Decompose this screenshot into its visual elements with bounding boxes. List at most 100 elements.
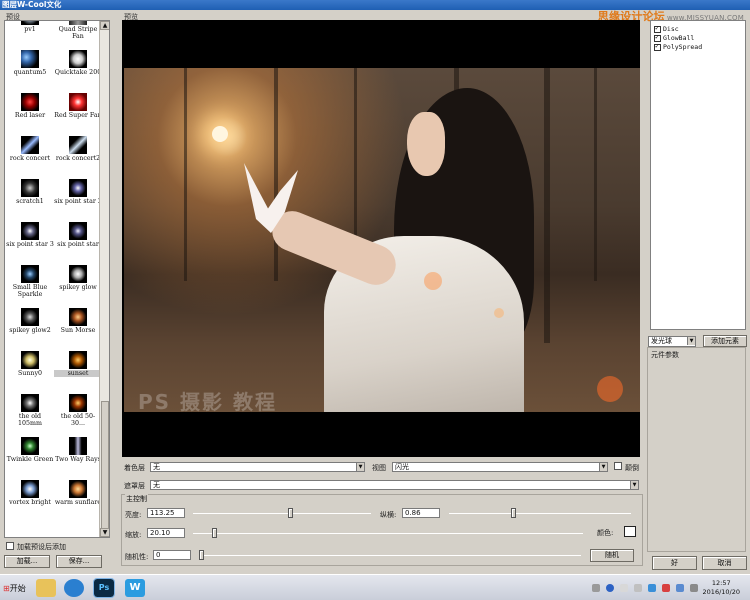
preset-name: Quad Stripe Fan <box>58 26 98 40</box>
zoom-slider-track[interactable] <box>193 533 583 534</box>
preset-item[interactable]: Quad Stripe Fan <box>54 21 102 51</box>
scale-input[interactable]: 0.86 <box>402 508 440 518</box>
preset-item[interactable]: Red Super Fan <box>54 93 102 137</box>
start-button[interactable]: ⊞开始 <box>3 583 26 594</box>
preset-thumbnail <box>69 222 87 240</box>
tray-alert-icon[interactable] <box>662 584 670 592</box>
brightness-input[interactable]: 113.25 <box>147 508 185 518</box>
preset-name: Red Super Fan <box>54 112 102 119</box>
add-element-button[interactable]: 添加元素 <box>703 335 747 347</box>
lens-flare-ghost <box>597 376 623 402</box>
mask-layer-value: 无 <box>153 481 160 489</box>
preset-item[interactable]: quantum5 <box>6 50 54 94</box>
lens-flare-sun <box>212 126 228 142</box>
color-swatch[interactable] <box>624 526 636 537</box>
preset-name: rock concert2 <box>55 155 101 162</box>
view-select[interactable]: 闪光 ▼ <box>392 462 608 472</box>
subject-face <box>407 112 445 176</box>
tray-app-icon[interactable] <box>620 584 628 592</box>
windows-logo-icon: ⊞ <box>3 584 10 593</box>
preset-item[interactable]: pv1 <box>6 21 54 51</box>
mask-layer-select[interactable]: 无 ▼ <box>150 480 639 490</box>
brightness-slider-thumb[interactable] <box>288 508 294 518</box>
random-button[interactable]: 随机 <box>590 549 634 562</box>
element-params-label: 元件参数 <box>651 351 679 359</box>
presets-list[interactable]: pv1 Quad Stripe Fan quantum5 Quicktake 200 R… <box>4 20 110 538</box>
elements-list[interactable]: DiscGlowBallPolySpread <box>650 20 746 330</box>
element-item[interactable]: GlowBall <box>654 33 694 42</box>
preset-name: Twinkle Green <box>6 456 54 463</box>
preset-item[interactable]: Sun Morse <box>54 308 102 352</box>
preset-item[interactable]: six point star <box>54 222 102 266</box>
tray-volume-icon[interactable] <box>690 584 698 592</box>
preset-thumbnail <box>21 265 39 283</box>
element-checkbox[interactable] <box>654 42 661 51</box>
presets-scrollbar[interactable]: ▲ ▼ <box>99 21 109 537</box>
preset-item[interactable]: six point star 3 <box>6 222 54 266</box>
preset-item[interactable]: rock concert2 <box>54 136 102 180</box>
preset-thumbnail <box>69 179 87 197</box>
save-button[interactable]: 保存... <box>56 555 102 568</box>
preset-thumbnail <box>69 265 87 283</box>
brightness-slider-track[interactable] <box>193 513 371 514</box>
load-button[interactable]: 加载... <box>4 555 50 568</box>
preset-item[interactable]: Red laser <box>6 93 54 137</box>
preset-item[interactable]: Twinkle Green <box>6 437 54 481</box>
preset-item[interactable]: warm sunflare <box>54 480 102 524</box>
color-layer-select[interactable]: 无 ▼ <box>150 462 365 472</box>
tray-security-icon[interactable] <box>648 584 656 592</box>
view-value: 闪光 <box>395 463 409 471</box>
tray-arrow-icon[interactable] <box>634 584 642 592</box>
preset-item[interactable]: Sunny0 <box>6 351 54 395</box>
preset-item[interactable]: sunset <box>54 351 102 395</box>
scale-slider-thumb[interactable] <box>510 508 516 518</box>
element-type-select[interactable]: 发光球 ▼ <box>648 336 696 347</box>
preset-thumbnail <box>69 308 87 326</box>
writer-app-icon[interactable]: W <box>125 579 145 597</box>
preset-item[interactable]: six point star 2 <box>54 179 102 223</box>
invert-checkbox[interactable] <box>614 462 622 470</box>
scale-slider-track[interactable] <box>449 513 631 514</box>
zoom-input[interactable]: 20.10 <box>147 528 185 538</box>
random-slider-thumb[interactable] <box>199 550 204 560</box>
preset-item[interactable]: spikey glow <box>54 265 102 309</box>
photoshop-icon[interactable]: Ps <box>93 578 115 598</box>
preset-item[interactable]: Two Way Rays <box>54 437 102 481</box>
preset-name: quantum5 <box>13 69 47 76</box>
main-control-title: 主控制 <box>125 494 148 504</box>
preset-name: Two Way Rays <box>55 456 101 463</box>
preset-item[interactable]: vortex bright <box>6 480 54 524</box>
tray-network-icon[interactable] <box>676 584 684 592</box>
preset-item[interactable]: scratch1 <box>6 179 54 223</box>
preset-thumbnail <box>21 308 39 326</box>
preset-item[interactable]: spikey glow2 <box>6 308 54 352</box>
explorer-icon[interactable] <box>36 579 56 597</box>
zoom-slider-thumb[interactable] <box>212 528 218 538</box>
preset-name: rock concert <box>9 155 51 162</box>
tray-help-icon[interactable] <box>606 584 614 592</box>
preset-name: Sunny0 <box>17 370 43 377</box>
preset-item[interactable]: Quicktake 200 <box>54 50 102 94</box>
preset-item[interactable]: Small Blue Sparkle <box>6 265 54 309</box>
random-input[interactable]: 0 <box>153 550 191 560</box>
element-checkbox[interactable] <box>654 33 661 42</box>
taskbar-clock[interactable]: 12:57 2016/10/20 <box>703 579 740 597</box>
ok-button[interactable]: 好 <box>652 556 697 570</box>
preset-item[interactable]: rock concert <box>6 136 54 180</box>
tray-keyboard-icon[interactable] <box>592 584 600 592</box>
browser-icon[interactable] <box>64 579 84 597</box>
start-label: 开始 <box>9 584 26 593</box>
preset-name: Sun Morse <box>60 327 96 334</box>
element-checkbox[interactable] <box>654 24 661 33</box>
scroll-up-icon[interactable]: ▲ <box>100 21 109 30</box>
element-item[interactable]: PolySpread <box>654 42 702 51</box>
preset-item[interactable]: the old 105mm <box>6 394 54 438</box>
scroll-down-icon[interactable]: ▼ <box>100 528 109 537</box>
cancel-button[interactable]: 取消 <box>702 556 747 570</box>
random-slider-track[interactable] <box>199 555 581 556</box>
add-after-load-checkbox[interactable] <box>6 542 14 550</box>
color-layer-label: 着色层 <box>124 464 145 472</box>
scroll-thumb[interactable] <box>101 401 109 537</box>
preset-name: the old 50-30... <box>60 413 96 427</box>
preset-item[interactable]: the old 50-30... <box>54 394 102 438</box>
